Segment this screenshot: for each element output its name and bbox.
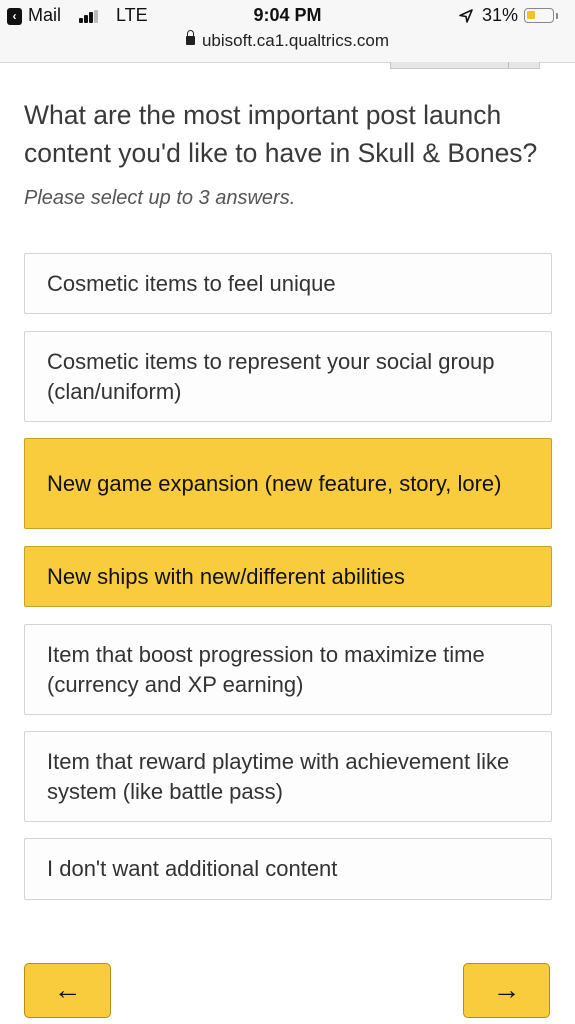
url-text: ubisoft.ca1.qualtrics.com bbox=[201, 31, 390, 50]
answer-choice-label: New game expansion (new feature, story, … bbox=[47, 470, 502, 496]
question-text: What are the most important post launch … bbox=[24, 100, 538, 168]
answer-choice[interactable]: I don't want additional content bbox=[24, 838, 552, 900]
battery-icon bbox=[524, 8, 554, 23]
answer-choice-label: Item that boost progression to maximize … bbox=[47, 641, 485, 697]
answer-choice[interactable]: New ships with new/different abilities bbox=[24, 546, 552, 607]
address-bar[interactable]: ubisoft.ca1.qualtrics.com bbox=[0, 30, 575, 51]
back-button[interactable]: ← bbox=[24, 963, 111, 1018]
battery-tip bbox=[556, 13, 558, 19]
answer-choice-label: Item that reward playtime with achieveme… bbox=[47, 748, 510, 804]
answer-choice[interactable]: Cosmetic items to represent your social … bbox=[24, 331, 552, 422]
answer-choice[interactable]: Item that reward playtime with achieveme… bbox=[24, 731, 552, 822]
question-instruction: Please select up to 3 answers. bbox=[24, 187, 296, 209]
answer-choice-label: I don't want additional content bbox=[47, 856, 338, 881]
next-button[interactable]: → bbox=[463, 963, 550, 1018]
answer-choice[interactable]: New game expansion (new feature, story, … bbox=[24, 438, 552, 529]
previous-control-edge bbox=[390, 62, 540, 69]
answer-choice-label: Cosmetic items to represent your social … bbox=[47, 348, 495, 404]
battery-percent: 31% bbox=[482, 5, 519, 25]
previous-control-divider bbox=[508, 62, 509, 69]
lock-icon bbox=[185, 30, 195, 45]
answer-choice[interactable]: Item that boost progression to maximize … bbox=[24, 624, 552, 715]
location-arrow-icon bbox=[459, 9, 473, 23]
answer-choice-label: Cosmetic items to feel unique bbox=[47, 270, 336, 296]
answer-choice[interactable]: Cosmetic items to feel unique bbox=[24, 253, 552, 314]
ios-status-bar: ‹ Mail LTE 9:04 PM 31% ubisoft.ca1.qualt… bbox=[0, 0, 575, 63]
answer-choice-label: New ships with new/different abilities bbox=[47, 563, 405, 589]
